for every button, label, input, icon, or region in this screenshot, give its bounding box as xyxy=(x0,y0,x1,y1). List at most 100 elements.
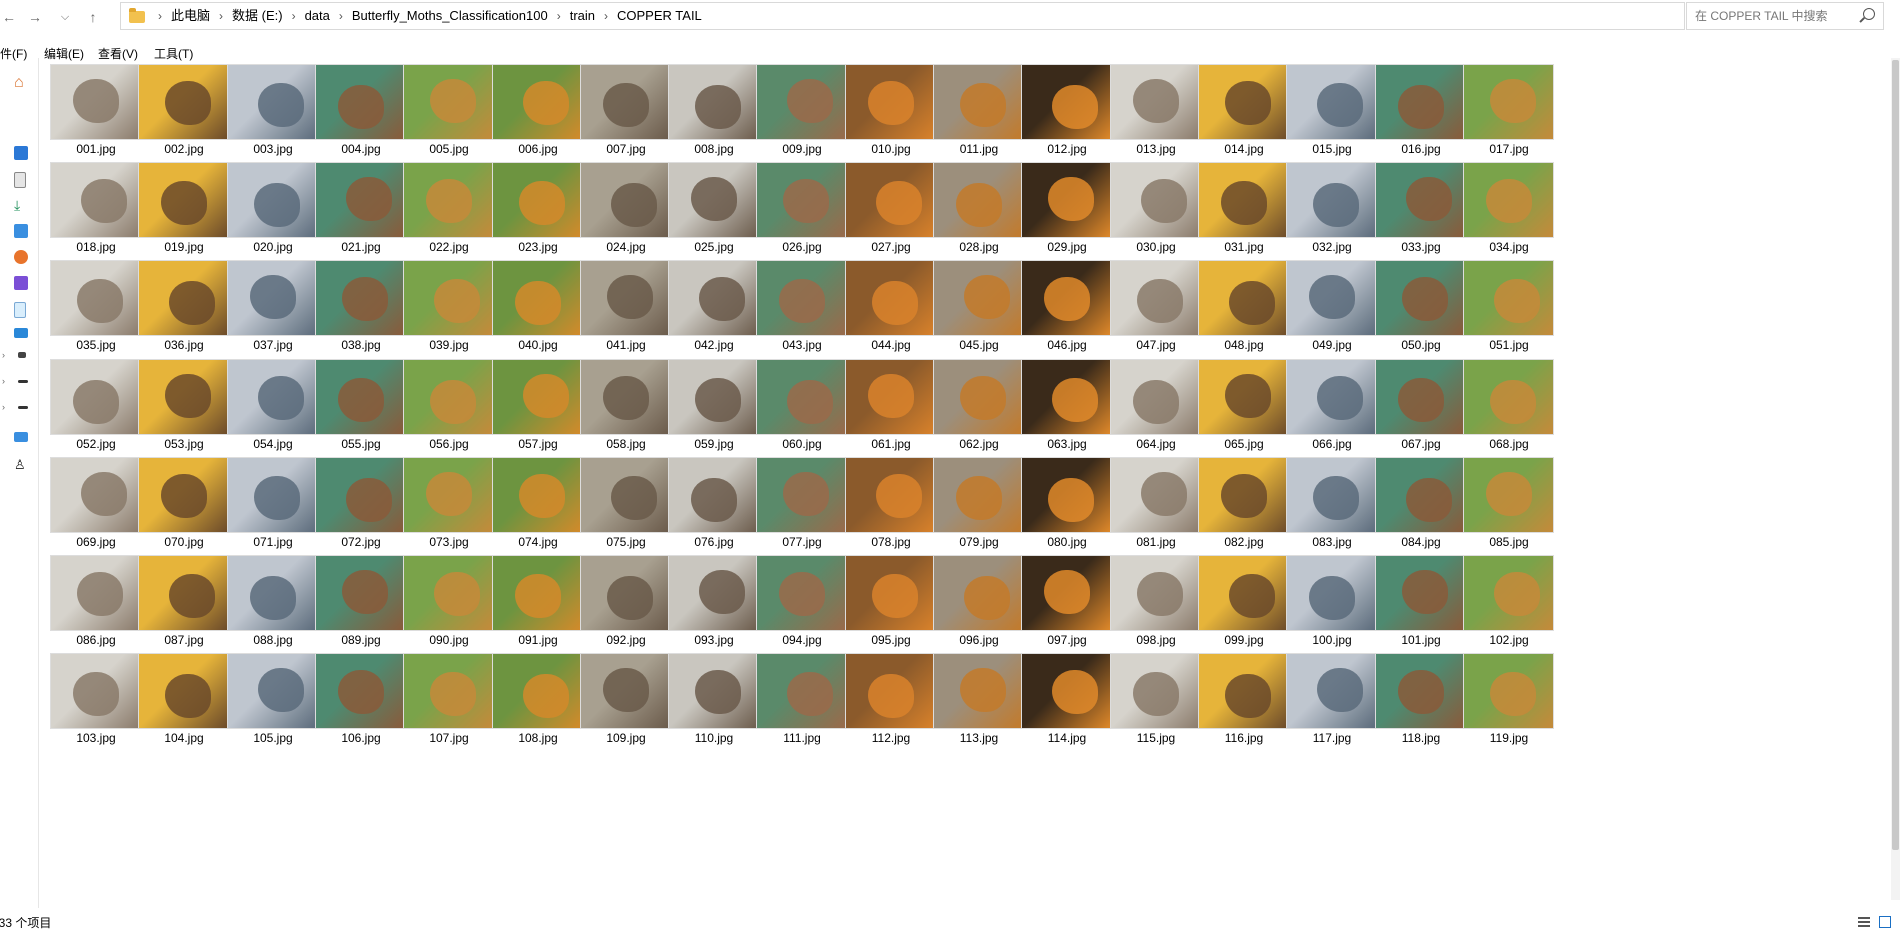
image-thumbnail[interactable] xyxy=(933,64,1024,140)
image-thumbnail[interactable] xyxy=(1375,555,1466,631)
image-thumbnail[interactable] xyxy=(668,653,759,729)
expand-chevron-icon[interactable]: › xyxy=(2,402,5,412)
image-thumbnail[interactable] xyxy=(845,653,936,729)
image-thumbnail[interactable] xyxy=(756,162,847,238)
image-thumbnail[interactable] xyxy=(580,653,671,729)
image-thumbnail[interactable] xyxy=(933,555,1024,631)
3d-objects-icon[interactable] xyxy=(14,302,26,318)
image-thumbnail[interactable] xyxy=(1198,260,1289,336)
image-thumbnail[interactable] xyxy=(50,64,141,140)
image-thumbnail[interactable] xyxy=(1286,653,1377,729)
image-thumbnail[interactable] xyxy=(1375,653,1466,729)
image-thumbnail[interactable] xyxy=(580,555,671,631)
file-item[interactable]: 119.jpg xyxy=(1457,647,1561,745)
file-item[interactable]: 068.jpg xyxy=(1457,353,1561,451)
image-thumbnail[interactable] xyxy=(756,653,847,729)
image-thumbnail[interactable] xyxy=(50,359,141,435)
videos-icon[interactable] xyxy=(14,276,28,290)
network-icon[interactable] xyxy=(18,352,26,358)
music-icon[interactable] xyxy=(14,250,28,264)
image-thumbnail[interactable] xyxy=(1110,260,1201,336)
breadcrumb-item-drive[interactable]: 数据 (E:) xyxy=(232,3,283,29)
image-thumbnail[interactable] xyxy=(1021,555,1112,631)
file-item[interactable]: 085.jpg xyxy=(1457,451,1561,549)
file-name[interactable]: 068.jpg xyxy=(1457,437,1561,451)
chevron-right-icon[interactable]: › xyxy=(604,3,608,29)
chevron-right-icon[interactable]: › xyxy=(557,3,561,29)
image-thumbnail[interactable] xyxy=(403,653,494,729)
file-item[interactable]: 034.jpg xyxy=(1457,156,1561,254)
file-name[interactable]: 034.jpg xyxy=(1457,240,1561,254)
image-thumbnail[interactable] xyxy=(1198,162,1289,238)
image-thumbnail[interactable] xyxy=(668,162,759,238)
downloads-icon[interactable]: ⤓ xyxy=(14,198,28,212)
image-thumbnail[interactable] xyxy=(315,359,406,435)
image-thumbnail[interactable] xyxy=(756,260,847,336)
back-arrow-icon[interactable]: ← xyxy=(2,7,16,27)
image-thumbnail[interactable] xyxy=(227,359,318,435)
image-thumbnail[interactable] xyxy=(1375,457,1466,533)
image-thumbnail[interactable] xyxy=(845,64,936,140)
image-thumbnail[interactable] xyxy=(933,653,1024,729)
image-thumbnail[interactable] xyxy=(50,162,141,238)
image-thumbnail[interactable] xyxy=(1286,162,1377,238)
image-thumbnail[interactable] xyxy=(138,64,229,140)
image-thumbnail[interactable] xyxy=(50,555,141,631)
image-thumbnail[interactable] xyxy=(1463,653,1554,729)
image-thumbnail[interactable] xyxy=(227,260,318,336)
image-thumbnail[interactable] xyxy=(492,162,583,238)
image-thumbnail[interactable] xyxy=(668,555,759,631)
image-thumbnail[interactable] xyxy=(492,555,583,631)
image-thumbnail[interactable] xyxy=(1463,162,1554,238)
image-thumbnail[interactable] xyxy=(668,260,759,336)
image-thumbnail[interactable] xyxy=(845,162,936,238)
search-icon[interactable] xyxy=(1863,8,1875,20)
image-thumbnail[interactable] xyxy=(933,359,1024,435)
image-thumbnail[interactable] xyxy=(492,260,583,336)
pictures-icon[interactable] xyxy=(14,224,28,238)
image-thumbnail[interactable] xyxy=(668,359,759,435)
image-thumbnail[interactable] xyxy=(138,359,229,435)
chevron-right-icon[interactable]: › xyxy=(219,3,223,29)
image-thumbnail[interactable] xyxy=(1110,64,1201,140)
image-thumbnail[interactable] xyxy=(1198,359,1289,435)
expand-chevron-icon[interactable]: › xyxy=(2,350,5,360)
image-thumbnail[interactable] xyxy=(227,64,318,140)
image-thumbnail[interactable] xyxy=(138,555,229,631)
image-thumbnail[interactable] xyxy=(1286,260,1377,336)
image-thumbnail[interactable] xyxy=(756,555,847,631)
search-input[interactable]: 在 COPPER TAIL 中搜索 xyxy=(1686,2,1884,30)
file-name[interactable]: 085.jpg xyxy=(1457,535,1561,549)
breadcrumb-item-current[interactable]: COPPER TAIL xyxy=(617,3,702,29)
image-thumbnail[interactable] xyxy=(933,260,1024,336)
image-thumbnail[interactable] xyxy=(227,162,318,238)
expand-chevron-icon[interactable]: › xyxy=(2,376,5,386)
image-thumbnail[interactable] xyxy=(1463,555,1554,631)
image-thumbnail[interactable] xyxy=(138,162,229,238)
image-thumbnail[interactable] xyxy=(933,457,1024,533)
image-thumbnail[interactable] xyxy=(138,457,229,533)
image-thumbnail[interactable] xyxy=(580,260,671,336)
this-pc-icon[interactable] xyxy=(14,328,28,338)
breadcrumb-item-train[interactable]: train xyxy=(570,3,595,29)
menu-file[interactable]: 文件(F) xyxy=(0,44,27,64)
image-thumbnail[interactable] xyxy=(492,653,583,729)
documents-icon[interactable] xyxy=(14,172,26,188)
image-thumbnail[interactable] xyxy=(1198,555,1289,631)
image-thumbnail[interactable] xyxy=(1021,64,1112,140)
image-thumbnail[interactable] xyxy=(227,653,318,729)
image-thumbnail[interactable] xyxy=(403,260,494,336)
file-item[interactable]: 102.jpg xyxy=(1457,549,1561,647)
breadcrumb-item-dataset[interactable]: Butterfly_Moths_Classification100 xyxy=(352,3,548,29)
large-icons-view-icon[interactable] xyxy=(1879,916,1891,928)
image-thumbnail[interactable] xyxy=(227,457,318,533)
image-thumbnail[interactable] xyxy=(492,359,583,435)
image-thumbnail[interactable] xyxy=(756,359,847,435)
image-thumbnail[interactable] xyxy=(50,653,141,729)
image-thumbnail[interactable] xyxy=(1110,457,1201,533)
image-thumbnail[interactable] xyxy=(1375,162,1466,238)
image-thumbnail[interactable] xyxy=(580,162,671,238)
image-thumbnail[interactable] xyxy=(315,162,406,238)
image-thumbnail[interactable] xyxy=(227,555,318,631)
breadcrumb-item-data[interactable]: data xyxy=(305,3,330,29)
